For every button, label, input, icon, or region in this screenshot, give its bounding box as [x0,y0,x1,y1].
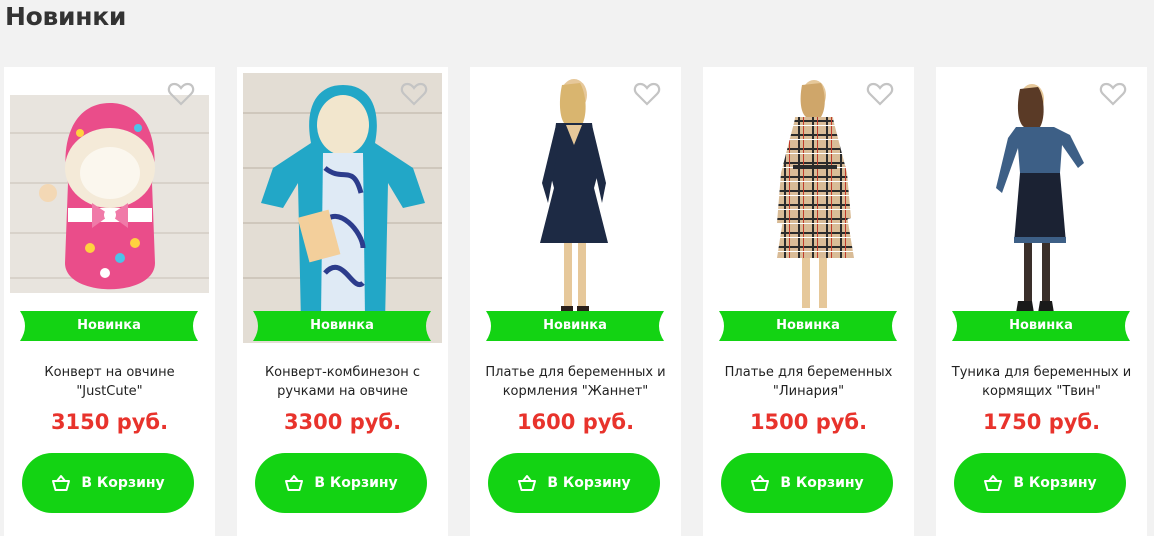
basket-icon [285,475,304,491]
product-card: Новинка Платье для беременных "Линария" … [703,67,914,536]
add-to-cart-button[interactable]: В Корзину [488,453,660,513]
product-name[interactable]: Конверт-комбинезон с ручками на овчине [247,363,438,401]
new-badge: Новинка [253,311,431,341]
basket-icon [751,475,770,491]
favorite-heart-icon[interactable] [1099,81,1127,107]
favorite-heart-icon[interactable] [400,81,428,107]
basket-icon [984,475,1003,491]
product-name[interactable]: Туника для беременных и кормящих "Твин" [946,363,1137,401]
product-price: 3150 руб. [50,410,169,434]
product-price: 1500 руб. [749,410,868,434]
new-badge: Новинка [486,311,664,341]
product-price: 3300 руб. [283,410,402,434]
new-badge: Новинка [20,311,198,341]
basket-icon [52,475,71,491]
product-card: Новинка Конверт-комбинезон с ручками на … [237,67,448,536]
product-image[interactable] [243,73,442,343]
product-card: Новинка Туника для беременных и кормящих… [936,67,1147,536]
product-image[interactable] [10,73,209,343]
favorite-heart-icon[interactable] [866,81,894,107]
favorite-heart-icon[interactable] [167,81,195,107]
product-name[interactable]: Платье для беременных "Линария" [713,363,904,401]
product-image[interactable] [709,73,908,343]
add-to-cart-button[interactable]: В Корзину [954,453,1126,513]
product-name[interactable]: Конверт на овчине "JustCute" [14,363,205,401]
product-name[interactable]: Платье для беременных и кормления "Жанне… [480,363,671,401]
product-image[interactable] [476,73,675,343]
product-image[interactable] [942,73,1141,343]
product-card: Новинка Конверт на овчине "JustCute" 315… [4,67,215,536]
add-to-cart-button[interactable]: В Корзину [721,453,893,513]
add-to-cart-button[interactable]: В Корзину [22,453,194,513]
product-price: 1750 руб. [982,410,1101,434]
product-price: 1600 руб. [516,410,635,434]
product-card: Новинка Платье для беременных и кормлени… [470,67,681,536]
new-badge: Новинка [952,311,1130,341]
favorite-heart-icon[interactable] [633,81,661,107]
basket-icon [518,475,537,491]
product-list: Новинка Конверт на овчине "JustCute" 315… [0,0,1154,536]
add-to-cart-button[interactable]: В Корзину [255,453,427,513]
new-badge: Новинка [719,311,897,341]
